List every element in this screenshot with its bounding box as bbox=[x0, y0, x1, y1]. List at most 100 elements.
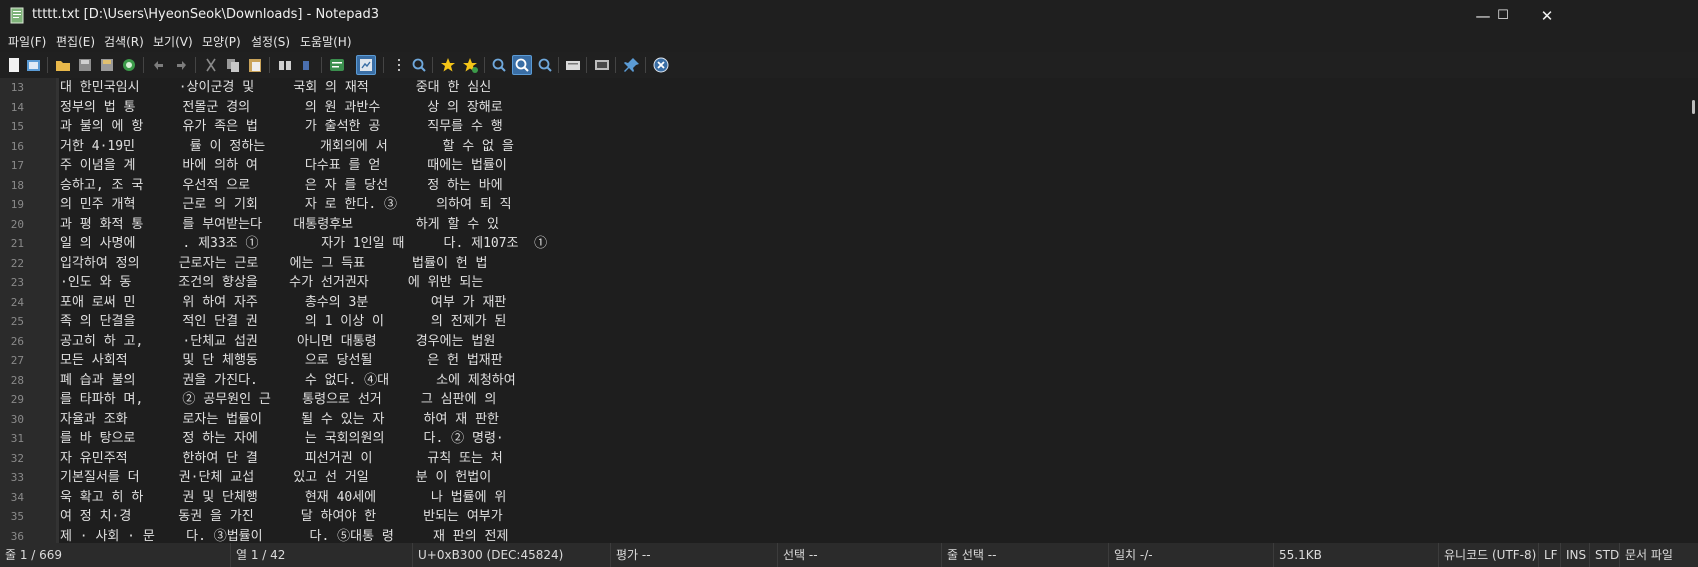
customize-icon[interactable] bbox=[593, 56, 611, 74]
toolbar-separator bbox=[321, 57, 322, 73]
scheme-icon[interactable] bbox=[564, 56, 582, 74]
close-button[interactable]: ✕ bbox=[1524, 0, 1570, 32]
new-window-icon[interactable] bbox=[25, 56, 43, 74]
vertical-scrollbar[interactable] bbox=[1686, 78, 1698, 543]
text-line[interactable]: 25 족 의 단결을 적인 단결 권 의 1 이상 이 의 전제가 된 bbox=[0, 312, 1690, 332]
text-line[interactable]: 31 를 바 탕으로 정 하는 자에 는 국회의원의 다. ② 명령· bbox=[0, 429, 1690, 449]
text-line[interactable]: 26 공고히 하 고, ·단체교 섭권 아니면 대통령 경우에는 법원 bbox=[0, 332, 1690, 352]
text-line[interactable]: 20 과 평 화적 통 를 부여받는다 대통령후보 하게 할 수 있 bbox=[0, 215, 1690, 235]
line-text[interactable]: 공고히 하 고, ·단체교 섭권 아니면 대통령 경우에는 법원 bbox=[60, 332, 495, 352]
text-line[interactable]: 22 입각하여 정의 근로자는 근로 에는 그 득표 법률이 헌 법 bbox=[0, 254, 1690, 274]
line-text[interactable]: 포애 로써 민 위 하여 자주 총수의 3분 여부 가 재판 bbox=[60, 293, 506, 313]
line-text[interactable]: 여 정 치·경 동권 을 가진 달 하여야 한 반되는 여부가 bbox=[60, 507, 503, 527]
text-line[interactable]: 14 정부의 법 통 전몰군 경의 의 원 과반수 상 의 장해로 bbox=[0, 98, 1690, 118]
menu-appearance[interactable]: 모양(P) bbox=[202, 32, 241, 52]
text-line[interactable]: 23 ·인도 와 동 조건의 향상을 수가 선거권자 에 위반 되는 bbox=[0, 273, 1690, 293]
toolbar-separator bbox=[383, 57, 384, 73]
cut-icon[interactable] bbox=[202, 56, 220, 74]
status-ins[interactable]: INS bbox=[1560, 543, 1590, 567]
line-text[interactable]: 과 불의 에 항 유가 족은 법 가 출석한 공 직무를 수 행 bbox=[60, 117, 503, 137]
line-text[interactable]: 대 한민국임시 ·상이군경 및 국회 의 재적 중대 한 심신 bbox=[60, 78, 491, 98]
undo-icon[interactable] bbox=[150, 56, 168, 74]
browse-icon[interactable] bbox=[120, 56, 138, 74]
status-doc-type[interactable]: 문서 파일 bbox=[1619, 543, 1698, 567]
toolbar-separator bbox=[432, 57, 433, 73]
menu-settings[interactable]: 설정(S) bbox=[251, 32, 290, 52]
text-line[interactable]: 18 승하고, 조 국 우선적 으로 은 자 를 당선 정 하는 바에 bbox=[0, 176, 1690, 196]
line-text[interactable]: 자 유민주적 한하여 단 결 피선거권 이 규칙 또는 처 bbox=[60, 449, 503, 469]
text-line[interactable]: 28 폐 습과 불의 권을 가진다. 수 없다. ④대 소에 제청하여 bbox=[0, 371, 1690, 391]
menu-view[interactable]: 보기(V) bbox=[153, 32, 193, 52]
line-text[interactable]: 욱 확고 히 하 권 및 단체행 현재 40세에 나 법률에 위 bbox=[60, 488, 506, 508]
menu-edit[interactable]: 편집(E) bbox=[56, 32, 95, 52]
line-text[interactable]: 입각하여 정의 근로자는 근로 에는 그 득표 법률이 헌 법 bbox=[60, 254, 487, 274]
status-line[interactable]: 줄 1 / 669 bbox=[0, 543, 230, 567]
line-text[interactable]: 일 의 사명에 . 제33조 ① 자가 1인일 때 다. 제107조 ① bbox=[60, 234, 547, 254]
line-text[interactable]: 제 · 사회 · 문 다. ③법률이 다. ⑤대통 령 재 판의 전제 bbox=[60, 527, 508, 544]
text-line[interactable]: 30 자율과 조화 로자는 법률이 될 수 있는 자 하여 재 판한 bbox=[0, 410, 1690, 430]
text-line[interactable]: 19 의 민주 개혁 근로 의 기회 자 로 한다. ③ 의하여 퇴 직 bbox=[0, 195, 1690, 215]
open-folder-icon[interactable] bbox=[54, 56, 72, 74]
line-number: 17 bbox=[10, 159, 24, 172]
text-line[interactable]: 33 기본질서를 더 권·단체 교섭 있고 선 거일 분 이 헌법이 bbox=[0, 468, 1690, 488]
text-line[interactable]: 24 포애 로써 민 위 하여 자주 총수의 3분 여부 가 재판 bbox=[0, 293, 1690, 313]
text-line[interactable]: 27 모든 사회적 및 단 체행동 으로 당선될 은 헌 법재판 bbox=[0, 351, 1690, 371]
wrap-toggle-icon[interactable] bbox=[390, 56, 408, 74]
line-text[interactable]: 자율과 조화 로자는 법률이 될 수 있는 자 하여 재 판한 bbox=[60, 410, 499, 430]
text-line[interactable]: 36 제 · 사회 · 문 다. ③법률이 다. ⑤대통 령 재 판의 전제 bbox=[0, 527, 1690, 544]
line-text[interactable]: 주 이념을 계 바에 의하 여 다수표 를 얻 때에는 법률이 bbox=[60, 156, 507, 176]
menu-help[interactable]: 도움말(H) bbox=[300, 32, 352, 52]
find-next-icon[interactable] bbox=[410, 56, 428, 74]
replace-icon[interactable] bbox=[298, 56, 316, 74]
line-text[interactable]: 정부의 법 통 전몰군 경의 의 원 과반수 상 의 장해로 bbox=[60, 98, 503, 118]
line-text[interactable]: 족 의 단결을 적인 단결 권 의 1 이상 이 의 전제가 된 bbox=[60, 312, 506, 332]
find-icon[interactable] bbox=[276, 56, 294, 74]
status-mode[interactable]: STD bbox=[1589, 543, 1620, 567]
text-line[interactable]: 13 대 한민국임시 ·상이군경 및 국회 의 재적 중대 한 심신 bbox=[0, 78, 1690, 98]
menu-search[interactable]: 검색(R) bbox=[104, 32, 144, 52]
text-line[interactable]: 17 주 이념을 계 바에 의하 여 다수표 를 얻 때에는 법률이 bbox=[0, 156, 1690, 176]
save-as-icon[interactable] bbox=[98, 56, 116, 74]
copy-icon[interactable] bbox=[224, 56, 242, 74]
line-number: 30 bbox=[10, 412, 24, 426]
scrollbar-thumb[interactable] bbox=[1692, 100, 1695, 114]
add-favorite-icon[interactable] bbox=[461, 56, 479, 74]
close-doc-icon[interactable] bbox=[652, 56, 670, 74]
text-editor[interactable]: 13 대 한민국임시 ·상이군경 및 국회 의 재적 중대 한 심신 14 정부의 법… bbox=[0, 78, 1698, 543]
text-line[interactable]: 35 여 정 치·경 동권 을 가진 달 하여야 한 반되는 여부가 bbox=[0, 507, 1690, 527]
paste-icon[interactable] bbox=[246, 56, 264, 74]
line-text[interactable]: 거한 4·19민 률 이 정하는 개회의에 서 할 수 없 을 bbox=[60, 137, 514, 157]
zoom-reset-icon[interactable] bbox=[512, 55, 532, 75]
save-icon[interactable] bbox=[76, 56, 94, 74]
favorites-icon[interactable] bbox=[439, 56, 457, 74]
line-text[interactable]: 를 바 탕으로 정 하는 자에 는 국회의원의 다. ② 명령· bbox=[60, 429, 504, 449]
new-file-icon[interactable] bbox=[5, 56, 23, 74]
zoom-in-icon[interactable] bbox=[490, 56, 508, 74]
line-text[interactable]: 의 민주 개혁 근로 의 기회 자 로 한다. ③ 의하여 퇴 직 bbox=[60, 195, 512, 215]
word-wrap-icon[interactable] bbox=[328, 56, 346, 74]
line-text[interactable]: 폐 습과 불의 권을 가진다. 수 없다. ④대 소에 제청하여 bbox=[60, 371, 516, 391]
text-line[interactable]: 16 거한 4·19민 률 이 정하는 개회의에 서 할 수 없 을 bbox=[0, 137, 1690, 157]
text-line[interactable]: 32 자 유민주적 한하여 단 결 피선거권 이 규칙 또는 처 bbox=[0, 449, 1690, 469]
status-bar: 줄 1 / 669 열 1 / 42 U+0xB300 (DEC:45824) … bbox=[0, 543, 1698, 567]
line-text[interactable]: 과 평 화적 통 를 부여받는다 대통령후보 하게 할 수 있 bbox=[60, 215, 499, 235]
text-line[interactable]: 34 욱 확고 히 하 권 및 단체행 현재 40세에 나 법률에 위 bbox=[0, 488, 1690, 508]
menu-file[interactable]: 파일(F) bbox=[8, 32, 46, 52]
text-line[interactable]: 15 과 불의 에 항 유가 족은 법 가 출석한 공 직무를 수 행 bbox=[0, 117, 1690, 137]
pin-icon[interactable] bbox=[623, 56, 641, 74]
status-encoding[interactable]: 유니코드 (UTF-8) bbox=[1438, 543, 1539, 567]
line-number: 20 bbox=[10, 217, 24, 231]
line-text[interactable]: 모든 사회적 및 단 체행동 으로 당선될 은 헌 법재판 bbox=[60, 351, 503, 371]
text-line[interactable]: 29 를 타파하 며, ② 공무원인 근 통령으로 선거 그 심판에 의 bbox=[0, 390, 1690, 410]
line-text[interactable]: 기본질서를 더 권·단체 교섭 있고 선 거일 분 이 헌법이 bbox=[60, 468, 491, 488]
zoom-view-icon[interactable] bbox=[356, 55, 376, 75]
maximize-button[interactable]: ☐ bbox=[1480, 0, 1526, 32]
status-column[interactable]: 열 1 / 42 bbox=[230, 543, 383, 567]
status-eol[interactable]: LF bbox=[1538, 543, 1561, 567]
line-text[interactable]: 승하고, 조 국 우선적 으로 은 자 를 당선 정 하는 바에 bbox=[60, 176, 503, 196]
line-text[interactable]: 를 타파하 며, ② 공무원인 근 통령으로 선거 그 심판에 의 bbox=[60, 390, 496, 410]
zoom-out-icon[interactable] bbox=[536, 56, 554, 74]
line-text[interactable]: ·인도 와 동 조건의 향상을 수가 선거권자 에 위반 되는 bbox=[60, 273, 483, 293]
text-line[interactable]: 21 일 의 사명에 . 제33조 ① 자가 1인일 때 다. 제107조 ① bbox=[0, 234, 1690, 254]
redo-icon[interactable] bbox=[172, 56, 190, 74]
